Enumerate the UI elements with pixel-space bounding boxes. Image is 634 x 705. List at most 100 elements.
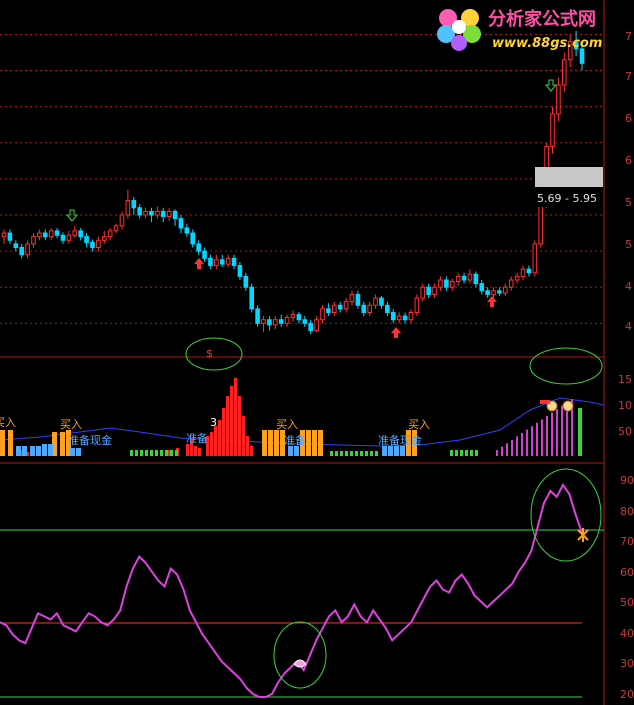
candle-down (243, 275, 249, 288)
candle-up (107, 230, 113, 238)
volume-bar-magenta (556, 409, 558, 456)
volume-bar-green (165, 450, 168, 456)
money-bag-icon (562, 400, 574, 412)
candle-up (290, 314, 296, 319)
candle-down (208, 257, 213, 267)
flower-logo-icon (437, 9, 481, 51)
volume-bar-red (198, 448, 201, 456)
ready-label: 准备 (186, 431, 208, 445)
volume-bar-red (250, 446, 253, 456)
price-tick-label: 6 (625, 154, 632, 167)
lotus-icon (293, 659, 307, 668)
candle-down (249, 286, 255, 310)
candle-up (119, 214, 125, 227)
buy-block (8, 430, 13, 456)
candle-up (66, 234, 72, 241)
candle-down (379, 297, 384, 306)
candle-down (255, 308, 260, 324)
candle-down (7, 232, 13, 241)
ready-block (294, 446, 299, 456)
candle-down (219, 259, 225, 265)
candle-up (31, 236, 36, 245)
volume-bar-red (234, 378, 237, 456)
volume-bar-magenta (496, 450, 498, 456)
candle-up (503, 286, 508, 294)
money-bag-icon (540, 400, 550, 404)
candle-up (166, 210, 172, 217)
osc-tick-label: 90 (620, 474, 634, 487)
price-tick-label: 5 (625, 238, 632, 251)
volume-bar-magenta (551, 412, 553, 456)
buy-block (60, 432, 65, 456)
logo-url: www.88gs.com (492, 36, 602, 51)
volume-tick-label: 50 (618, 425, 632, 438)
candle-down (84, 236, 89, 243)
volume-bar-red (230, 386, 233, 456)
osc-tick-label: 20 (620, 688, 634, 701)
osc-tick-label: 40 (620, 627, 634, 640)
volume-bar-green (135, 450, 138, 456)
ready-block (400, 446, 405, 456)
volume-bar-green (350, 451, 353, 456)
candle-down (355, 293, 361, 306)
candle-down (337, 304, 343, 310)
stock-chart: 7 7 6 6 5 5 4 4 15 10 50 90 80 70 60 50 40 30 20 买入 买入 买入 买入准… (0, 0, 634, 705)
candle-down (78, 230, 83, 238)
volume-bar-green (370, 451, 373, 456)
volume-bar-green (355, 451, 358, 456)
candle-down (231, 257, 237, 267)
volume-bar-magenta (531, 426, 533, 456)
oscillator-line (0, 482, 583, 698)
candle-up (273, 319, 278, 326)
candle-down (184, 227, 190, 234)
candle-up (367, 304, 372, 313)
ready-block (42, 444, 47, 456)
candle-down (326, 308, 331, 313)
candle-down (361, 304, 367, 313)
candle-down (178, 218, 184, 229)
candle-down (237, 265, 243, 277)
price-tick-label: 7 (625, 70, 632, 83)
price-tick-label: 5 (625, 196, 632, 209)
candle-up (214, 259, 219, 267)
candle-down (190, 232, 196, 245)
candle-up (550, 113, 555, 147)
candle-up (467, 273, 473, 281)
buy-block (268, 430, 273, 456)
candle-up (155, 210, 160, 216)
ready-block (22, 446, 27, 456)
highlight-circle-top (529, 347, 603, 385)
candle-up (396, 315, 402, 321)
candle-down (54, 230, 60, 236)
candle-down (479, 283, 485, 292)
candle-down (497, 290, 502, 294)
volume-bar-red (210, 432, 213, 456)
ready-block (288, 446, 293, 456)
candle-down (461, 275, 467, 281)
ready-block (76, 448, 81, 456)
axis-labels: 7 7 6 6 5 5 4 4 15 10 50 90 80 70 60 50 40 30 20 (618, 30, 634, 701)
volume-bar-green (170, 450, 173, 456)
buy-block (312, 430, 317, 456)
volume-bar-green (330, 451, 333, 456)
candle-down (202, 250, 207, 259)
chart-screenshot: 7 7 6 6 5 5 4 4 15 10 50 90 80 70 60 50 40 30 20 买入 买入 买入 买入准… (0, 0, 634, 705)
volume-bar-magenta (536, 422, 538, 456)
volume-bar-red (246, 436, 249, 456)
osc-tick-label: 70 (620, 535, 634, 548)
oscillator (0, 482, 604, 698)
candle-down (90, 241, 95, 248)
volume-bar-green (465, 450, 468, 456)
highlight-circle-bottom (273, 621, 327, 689)
buy-block (0, 430, 5, 456)
candle-down (267, 319, 272, 326)
candle-down (42, 232, 48, 238)
osc-tick-label: 30 (620, 657, 634, 670)
candle-down (60, 234, 66, 241)
runner-icon (577, 528, 589, 542)
price-tick-label: 6 (625, 112, 632, 125)
candle-up (491, 290, 496, 295)
volume-bar-magenta (541, 419, 543, 456)
candle-up (96, 239, 101, 248)
site-logo: 分析家公式网 www.88gs.com (437, 8, 602, 51)
